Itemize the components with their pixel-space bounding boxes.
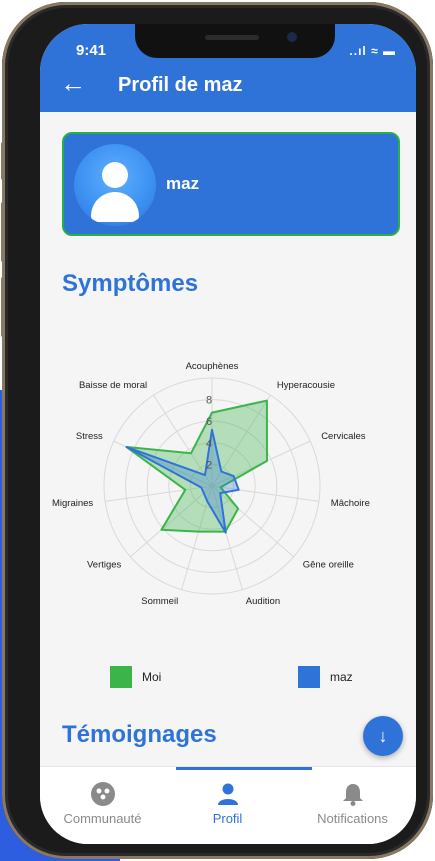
profile-card: maz [62, 132, 400, 236]
community-icon [40, 781, 165, 811]
volume-up-button [1, 202, 5, 262]
radar-tick-label: 2 [206, 459, 212, 471]
person-icon [165, 781, 290, 811]
page-title: Profil de maz [118, 74, 243, 96]
nav-label-profil: Profil [212, 811, 243, 826]
radar-axis-label: Cervicales [321, 431, 366, 442]
radar-axis-label: Acouphènes [186, 361, 239, 372]
radar-axis-label: Audition [246, 596, 280, 607]
radar-tick-label: 6 [206, 416, 212, 428]
legend-swatch-maz [298, 666, 320, 688]
radar-axis-label: Sommeil [141, 596, 178, 607]
radar-axis-label: Gêne oreille [303, 560, 354, 571]
radar-axis-label: Stress [76, 431, 103, 442]
speaker [205, 35, 259, 40]
nav-label-communaute: Communauté [63, 811, 142, 826]
legend-label-maz: maz [330, 670, 353, 684]
symptoms-radar-chart: 2 4 6 8 Acouphènes Hyperacousie Cervicales Mâch… [52, 361, 370, 607]
arrow-down-icon: ↓ [378, 726, 388, 746]
radar-axis-label: Mâchoire [331, 498, 370, 509]
mute-switch [1, 142, 5, 180]
scroll-down-button[interactable]: ↓ [363, 716, 403, 756]
phone-frame: 9:41 ..ıl ≈ ▬ ← Profil de maz maz Symptô… [1, 2, 433, 859]
avatar-head-icon [102, 162, 128, 188]
front-camera [287, 32, 297, 42]
profile-username: maz [166, 174, 200, 193]
nav-item-notifications[interactable]: Notifications [290, 781, 415, 826]
radar-axis-label: Baisse de moral [79, 380, 147, 391]
testimonials-title: Témoignages [62, 721, 217, 748]
nav-item-profil[interactable]: Profil [165, 781, 290, 826]
bottom-navigation: Communauté Profil Notifications [40, 766, 416, 844]
avatar-body-icon [91, 192, 139, 222]
nav-active-indicator [176, 767, 312, 770]
app-bar: 9:41 ..ıl ≈ ▬ ← Profil de maz [40, 24, 416, 112]
symptoms-title: Symptômes [62, 270, 199, 297]
radar-axis-label: Hyperacousie [277, 380, 335, 391]
legend-item-moi: Moi [110, 666, 161, 688]
radar-tick-label: 8 [206, 395, 212, 407]
volume-down-button [1, 277, 5, 337]
legend-item-maz: maz [298, 666, 353, 688]
back-arrow-icon[interactable]: ← [60, 70, 86, 96]
avatar [74, 144, 156, 226]
notch [135, 24, 335, 58]
nav-item-communaute[interactable]: Communauté [40, 781, 165, 826]
app-screen: 9:41 ..ıl ≈ ▬ ← Profil de maz maz Symptô… [40, 24, 416, 844]
legend-label-moi: Moi [142, 670, 162, 684]
status-time: 9:41 [76, 42, 107, 59]
bell-icon [290, 781, 415, 811]
radar-axis-label: Migraines [52, 498, 93, 509]
radar-axis-label: Vertiges [87, 560, 122, 571]
status-icons: ..ıl ≈ ▬ [349, 44, 396, 58]
radar-tick-label: 4 [206, 438, 212, 450]
nav-label-notifications: Notifications [317, 811, 388, 826]
legend-swatch-moi [110, 666, 132, 688]
